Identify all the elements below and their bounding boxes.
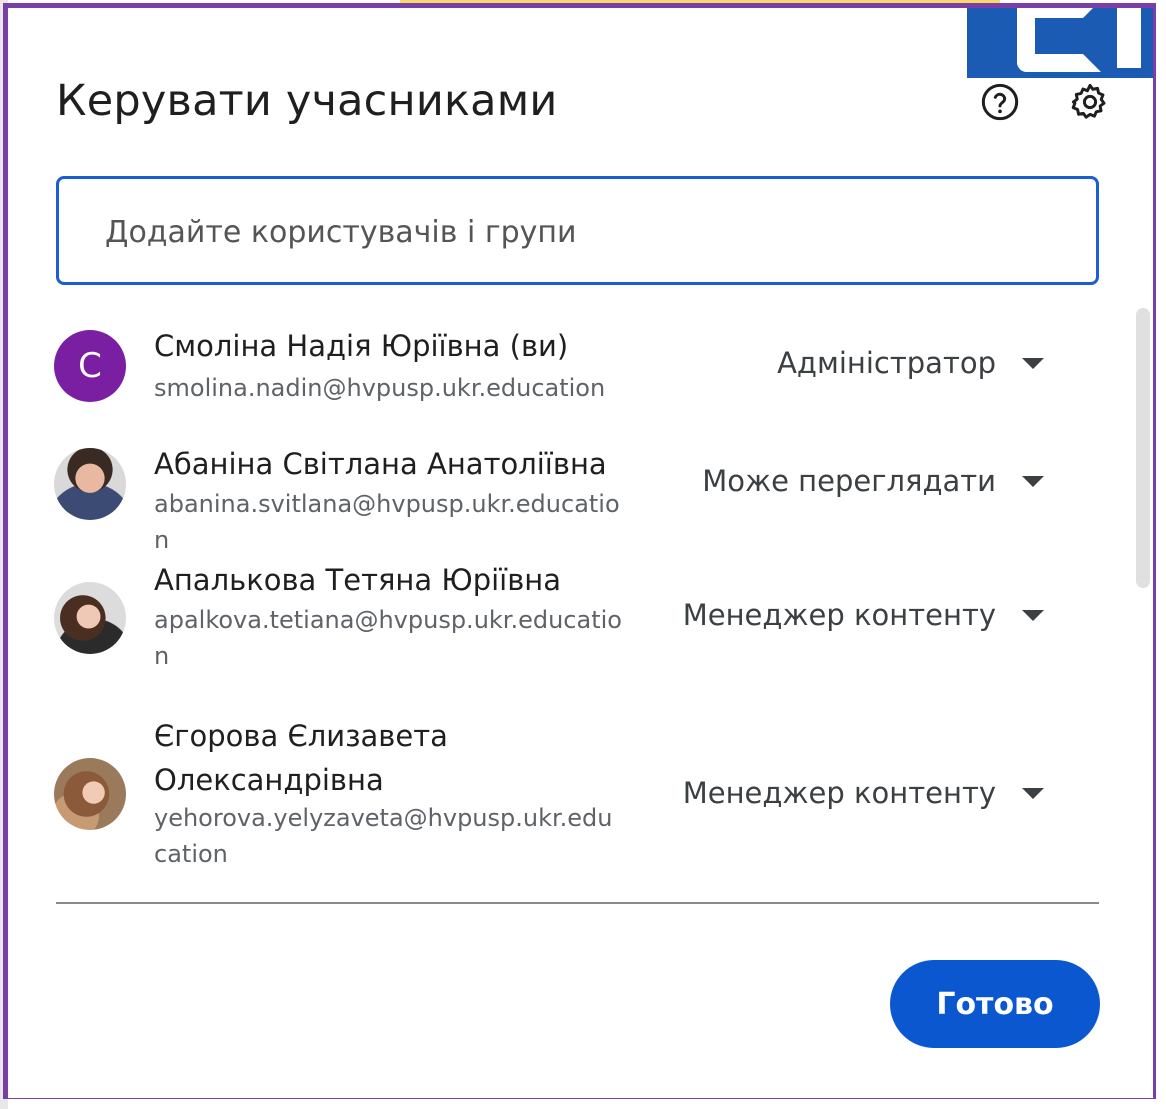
role-dropdown[interactable]: Менеджер контенту	[683, 776, 1044, 810]
avatar	[54, 758, 126, 830]
dialog-title: Керувати учасниками	[56, 76, 558, 126]
member-name: Абаніна Світлана Анатоліївна	[154, 447, 607, 481]
member-name: Смоліна Надія Юріївна (ви)	[154, 329, 569, 363]
role-dropdown[interactable]: Менеджер контенту	[683, 598, 1044, 632]
member-email: yehorova.yelyzaveta@hvpusp.ukr.education	[154, 804, 613, 868]
member-row[interactable]: С Смоліна Надія Юріївна (ви) smolina.nad…	[52, 328, 1052, 418]
member-name: Апалькова Тетяна Юріївна	[154, 563, 562, 597]
member-name: Єгорова Єлизавета Олександрівна	[154, 719, 448, 797]
gear-icon	[1071, 83, 1106, 119]
member-email: apalkova.tetiana@hvpusp.ukr.education	[154, 606, 622, 670]
member-row[interactable]: Абаніна Світлана Анатоліївна abanina.svi…	[52, 447, 1052, 554]
role-label: Адміністратор	[777, 346, 996, 380]
done-button[interactable]: Готово	[890, 960, 1100, 1048]
scrollbar[interactable]	[1136, 308, 1150, 588]
role-dropdown[interactable]: Може переглядати	[702, 464, 1044, 498]
manage-members-dialog: Керувати учасниками С Смоліна Надія Юрії…	[8, 8, 1153, 1098]
add-people-input[interactable]	[103, 209, 1047, 255]
add-people-field[interactable]	[56, 176, 1099, 285]
member-email: smolina.nadin@hvpusp.ukr.education	[154, 374, 606, 402]
role-dropdown[interactable]: Адміністратор	[777, 346, 1044, 380]
member-row[interactable]: Єгорова Єлизавета Олександрівна yehorova…	[52, 718, 1052, 888]
help-button[interactable]	[976, 78, 1024, 126]
role-label: Менеджер контенту	[682, 776, 996, 810]
avatar	[54, 582, 126, 654]
footer-divider	[56, 902, 1099, 904]
help-circle-icon	[981, 83, 1019, 121]
dropdown-arrow-icon	[1022, 609, 1044, 621]
dropdown-arrow-icon	[1022, 787, 1044, 799]
dropdown-arrow-icon	[1022, 357, 1044, 369]
avatar	[54, 448, 126, 520]
avatar: С	[54, 330, 126, 402]
corner-logo	[967, 8, 1153, 78]
member-email: abanina.svitlana@hvpusp.ukr.education	[154, 490, 620, 554]
role-label: Може переглядати	[702, 464, 996, 498]
settings-button[interactable]	[1066, 78, 1114, 126]
role-label: Менеджер контенту	[682, 598, 996, 632]
member-row[interactable]: Апалькова Тетяна Юріївна apalkova.tetian…	[52, 563, 1052, 694]
dropdown-arrow-icon	[1022, 475, 1044, 487]
